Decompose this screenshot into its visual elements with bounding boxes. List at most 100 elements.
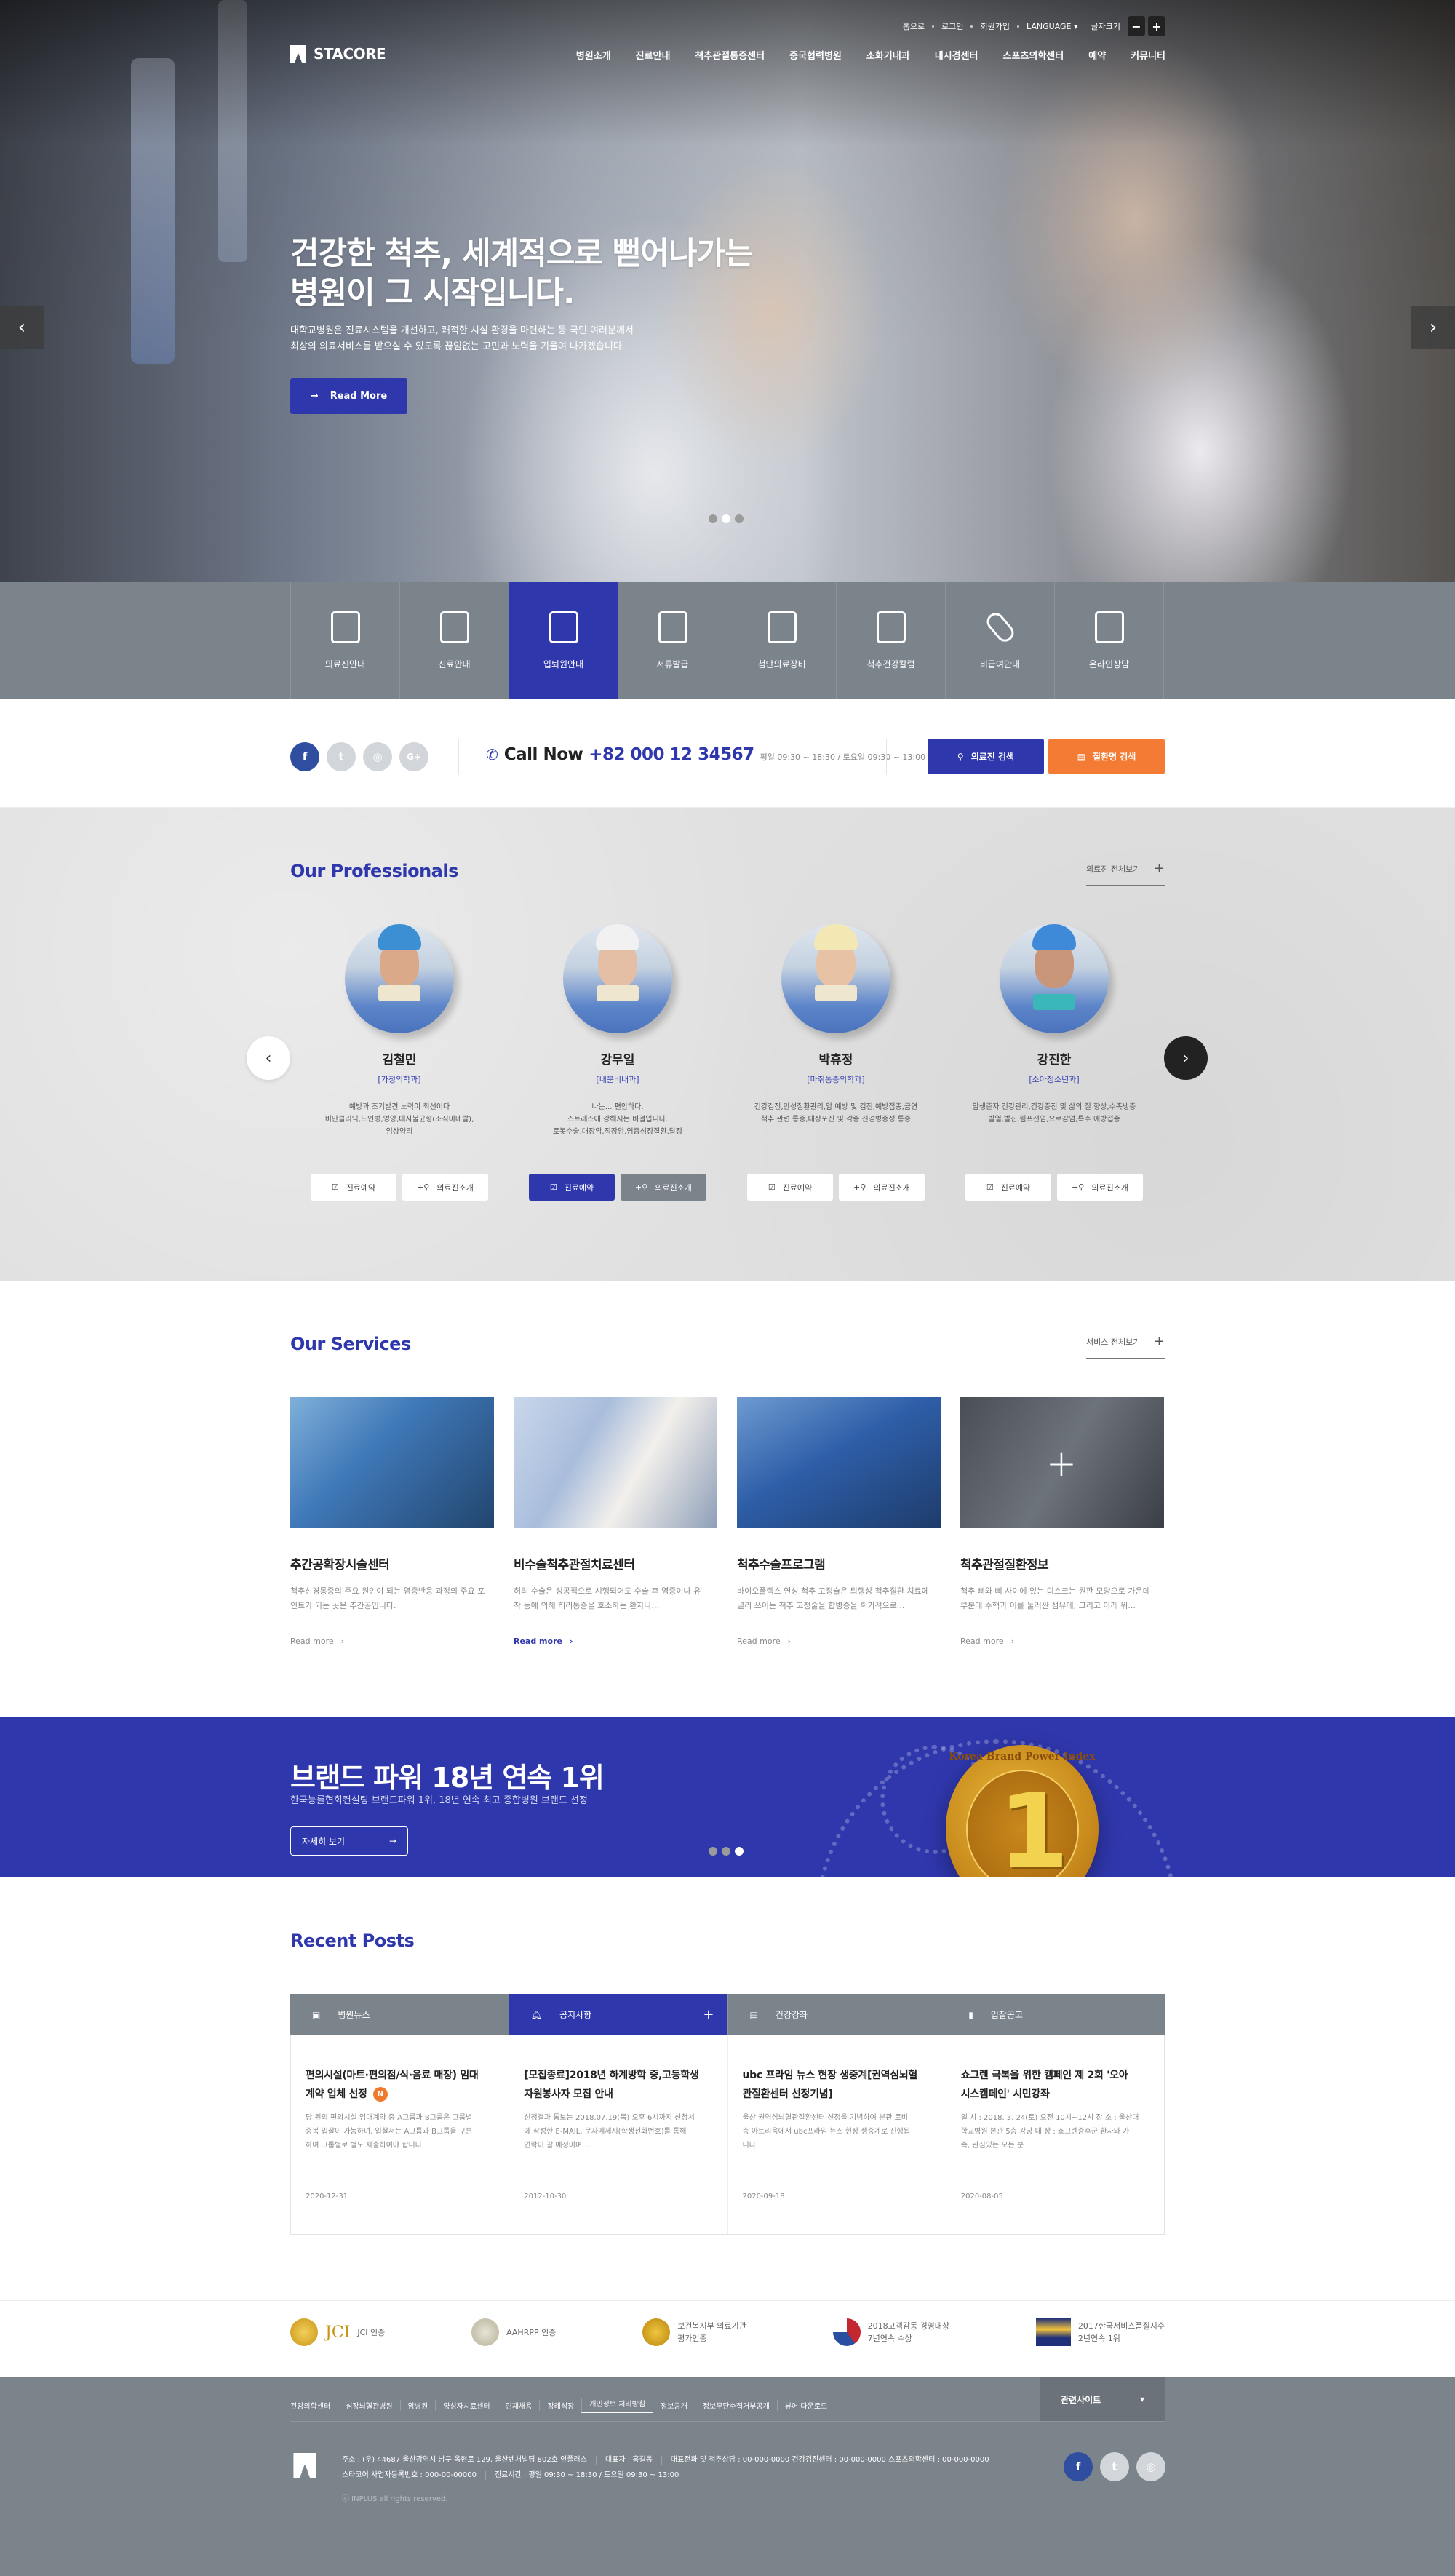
nav-item[interactable]: 커뮤니티 (1131, 48, 1165, 62)
plus-icon[interactable]: + (703, 2007, 714, 2022)
post-item[interactable]: 편의시설(마트·편의점/식·음료 매장) 임대 계약 업체 선정 N 당 원의 편… (291, 2035, 510, 2234)
doctor-photo[interactable] (1000, 924, 1109, 1033)
signup-link[interactable]: 회원가입 (980, 20, 1009, 32)
post-item[interactable]: 쇼그렌 극복을 위한 캠페인 제 2회 '오아 시스캠페인' 시민강좌 일 시 … (946, 2035, 1164, 2234)
doctor-intro-button[interactable]: +⚲ 의료진소개 (402, 1174, 488, 1201)
post-item[interactable]: ubc 프라임 뉴스 현장 생중계[권역심뇌혈 관질환센터 선정기념] 울산 권… (728, 2035, 946, 2234)
twitter-icon[interactable]: t (327, 742, 356, 771)
footer-link[interactable]: 양성자치료센터 (435, 2400, 497, 2411)
footer-link[interactable]: 뷰어 다운로드 (776, 2400, 834, 2411)
call-now: ✆ Call Now +82 000 12 34567 평일 09:30 ~ 1… (486, 745, 926, 764)
phone-number[interactable]: +82 000 12 34567 (589, 745, 754, 764)
privacy-policy-link[interactable]: 개인정보 처리방침 (581, 2398, 653, 2413)
instagram-icon[interactable]: ◎ (1136, 2452, 1165, 2481)
doctor-photo[interactable] (345, 924, 454, 1033)
service-image[interactable] (514, 1397, 717, 1528)
font-increase-button[interactable]: + (1148, 16, 1165, 36)
footer-link[interactable]: 장례식장 (539, 2400, 581, 2411)
nav-item[interactable]: 중국협력병원 (789, 48, 842, 62)
quick-menu-item-doctors[interactable]: 의료진안내 (291, 582, 400, 699)
reserve-button[interactable]: ☑ 진료예약 (529, 1174, 615, 1201)
pagination-dot[interactable] (722, 1847, 730, 1856)
quick-menu-item-treatment[interactable]: 진료안내 (400, 582, 509, 699)
utility-menu: 홈으로 로그인 회원가입 LANGUAGE ▾ 글자크기 − + (903, 16, 1165, 36)
google-plus-icon[interactable]: G+ (399, 742, 428, 771)
brand-detail-button[interactable]: 자세히 보기 → (290, 1826, 408, 1856)
view-all-doctors-link[interactable]: 의료진 전체보기 + (1086, 861, 1165, 886)
doctor-intro-button[interactable]: +⚲ 의료진소개 (621, 1174, 706, 1201)
service-image[interactable] (290, 1397, 494, 1528)
add-person-icon: +⚲ (417, 1182, 430, 1192)
nav-item[interactable]: 진료안내 (636, 48, 671, 62)
doctor-intro-button[interactable]: +⚲ 의료진소개 (839, 1174, 925, 1201)
nav-item[interactable]: 척추관절통증센터 (695, 48, 765, 62)
twitter-icon[interactable]: t (1100, 2452, 1129, 2481)
doctor-photo[interactable] (563, 924, 672, 1033)
footer-link[interactable]: 심장뇌혈관병원 (338, 2400, 399, 2411)
site-logo[interactable]: STACORE (290, 45, 386, 63)
pagination-dot[interactable] (709, 514, 717, 523)
quick-menu-item-online-consult[interactable]: 온라인상담 (1055, 582, 1164, 699)
facebook-icon[interactable]: f (1064, 2452, 1093, 2481)
hero-next-button[interactable]: › (1411, 306, 1455, 349)
service-image[interactable] (737, 1397, 941, 1528)
tab-bid-notice[interactable]: ▮ 입찰공고 (946, 1994, 1165, 2035)
quick-menu-item-admission[interactable]: 입퇴원안내 (509, 582, 618, 699)
facebook-icon[interactable]: f (290, 742, 319, 771)
recent-posts-tabs: ▣ 병원뉴스 🔔︎ 공지사항 + ▤ 건강강좌 ▮ 입찰공고 (290, 1994, 1165, 2035)
pagination-dot[interactable] (709, 1847, 717, 1856)
disease-search-button[interactable]: ▤ 질환명 검색 (1048, 739, 1165, 774)
read-more-link[interactable]: Read more › (960, 1637, 1164, 1646)
nav-item[interactable]: 스포츠의학센터 (1003, 48, 1064, 62)
nav-item[interactable]: 소화기내과 (866, 48, 910, 62)
quick-menu: 의료진안내 진료안내 입퇴원안내 서류발급 첨단의료장비 척추건강칼럼 비급여안… (0, 582, 1455, 699)
read-more-link[interactable]: Read more › (514, 1637, 717, 1646)
service-title[interactable]: 척추관절질환정보 (960, 1554, 1164, 1573)
reserve-button[interactable]: ☑ 진료예약 (965, 1174, 1051, 1201)
professionals-prev-button[interactable]: ‹ (247, 1036, 290, 1080)
home-link[interactable]: 홈으로 (903, 20, 925, 32)
service-title[interactable]: 척추수술프로그램 (737, 1554, 941, 1573)
footer-link[interactable]: 정보공개 (653, 2400, 695, 2411)
tab-hospital-news[interactable]: ▣ 병원뉴스 (290, 1994, 509, 2035)
read-more-link[interactable]: Read more › (737, 1637, 941, 1646)
quick-menu-item-documents[interactable]: 서류발급 (618, 582, 728, 699)
font-decrease-button[interactable]: − (1128, 16, 1145, 36)
footer-link[interactable]: 암병원 (399, 2400, 436, 2411)
login-link[interactable]: 로그인 (941, 20, 963, 32)
nav-item[interactable]: 예약 (1088, 48, 1106, 62)
pagination-dot[interactable] (735, 514, 744, 523)
service-title[interactable]: 추간공확장시술센터 (290, 1554, 494, 1573)
service-image[interactable]: + (960, 1397, 1164, 1528)
certification-item: 2017한국서비스품질지수 2년연속 1위 (1035, 2318, 1165, 2346)
footer-link[interactable]: 건강의학센터 (290, 2400, 338, 2411)
hero-prev-button[interactable]: ‹ (0, 306, 44, 349)
footer-link[interactable]: 정보무단수집거부공개 (694, 2400, 777, 2411)
reserve-button[interactable]: ☑ 진료예약 (747, 1174, 833, 1201)
recent-posts-title: Recent Posts (290, 1931, 415, 1951)
tab-health-lecture[interactable]: ▤ 건강강좌 (728, 1994, 947, 2035)
read-more-button[interactable]: → Read More (290, 378, 407, 414)
quick-menu-item-equipment[interactable]: 첨단의료장비 (728, 582, 837, 699)
post-item[interactable]: [모집종료]2018년 하계방학 중,고등학생 자원봉사자 모집 안내 신청결과… (509, 2035, 728, 2234)
service-title[interactable]: 비수술척추관절치료센터 (514, 1554, 717, 1573)
doctor-photo[interactable] (781, 924, 890, 1033)
nav-item[interactable]: 내시경센터 (935, 48, 978, 62)
tab-notice[interactable]: 🔔︎ 공지사항 + (509, 1994, 728, 2035)
instagram-icon[interactable]: ◎ (363, 742, 392, 771)
pagination-dot-active[interactable] (735, 1847, 744, 1856)
related-sites-dropdown[interactable]: 관련사이트 ▾ (1040, 2377, 1165, 2421)
professionals-next-button[interactable]: › (1164, 1036, 1208, 1080)
pagination-dot-active[interactable] (722, 514, 730, 523)
language-select[interactable]: LANGUAGE ▾ (1027, 22, 1078, 31)
footer-link[interactable]: 인재채용 (497, 2400, 540, 2411)
company-info: 주소 : (우) 44687 울산광역시 남구 옥현로 129, 울산벤처빌딩 … (342, 2452, 989, 2483)
quick-menu-item-column[interactable]: 척추건강칼럼 (837, 582, 946, 699)
doctor-intro-button[interactable]: +⚲ 의료진소개 (1057, 1174, 1143, 1201)
reserve-button[interactable]: ☑ 진료예약 (311, 1174, 396, 1201)
quick-menu-item-noninsured[interactable]: 비급여안내 (946, 582, 1055, 699)
nav-item[interactable]: 병원소개 (576, 48, 611, 62)
doctor-search-button[interactable]: ⚲ 의료진 검색 (928, 739, 1044, 774)
read-more-link[interactable]: Read more › (290, 1637, 494, 1646)
view-all-services-link[interactable]: 서비스 전체보기 + (1086, 1334, 1165, 1359)
